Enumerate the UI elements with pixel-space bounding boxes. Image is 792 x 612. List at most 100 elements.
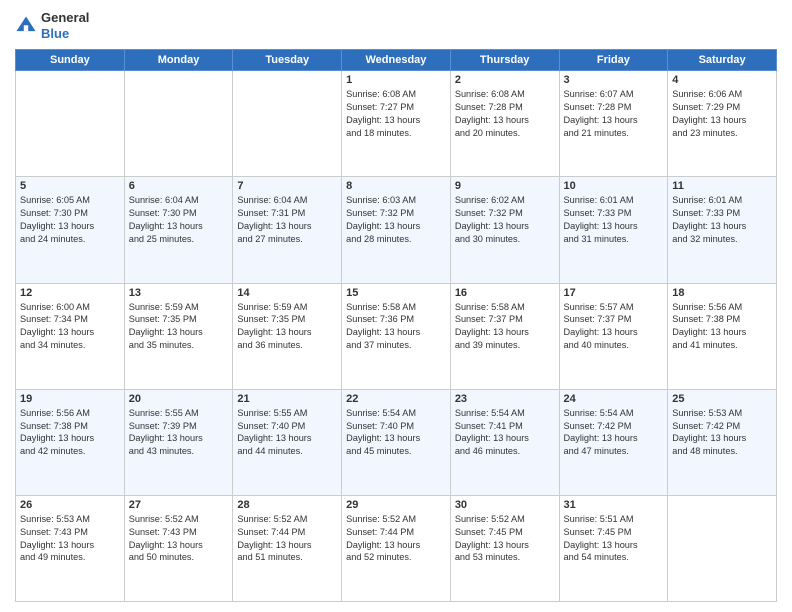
cell-info: Sunrise: 5:55 AMSunset: 7:39 PMDaylight:…	[129, 407, 229, 459]
calendar-cell: 9 Sunrise: 6:02 AMSunset: 7:32 PMDaylight…	[450, 177, 559, 283]
day-number: 24	[564, 393, 664, 405]
day-number: 18	[672, 287, 772, 299]
day-number: 25	[672, 393, 772, 405]
day-number: 10	[564, 180, 664, 192]
header: General Blue	[15, 10, 777, 41]
cell-info: Sunrise: 6:07 AMSunset: 7:28 PMDaylight:…	[564, 88, 664, 140]
calendar-cell: 25 Sunrise: 5:53 AMSunset: 7:42 PMDayligh…	[668, 389, 777, 495]
calendar-cell: 27Sunrise: 5:52 AMSunset: 7:43 PMDayligh…	[124, 495, 233, 601]
cell-info: Sunrise: 5:53 AMSunset: 7:42 PMDaylight:…	[672, 407, 772, 459]
weekday-header-sunday: Sunday	[16, 50, 125, 71]
cell-info: Sunrise: 6:00 AMSunset: 7:34 PMDaylight:…	[20, 301, 120, 353]
weekday-header-saturday: Saturday	[668, 50, 777, 71]
cell-info: Sunrise: 5:59 AMSunset: 7:35 PMDaylight:…	[237, 301, 337, 353]
day-number: 2	[455, 74, 555, 86]
day-number: 5	[20, 180, 120, 192]
calendar-cell	[668, 495, 777, 601]
cell-info: Sunrise: 5:58 AMSunset: 7:37 PMDaylight:…	[455, 301, 555, 353]
cell-info: Sunrise: 5:56 AMSunset: 7:38 PMDaylight:…	[20, 407, 120, 459]
logo-icon	[15, 15, 37, 37]
calendar-cell: 3 Sunrise: 6:07 AMSunset: 7:28 PMDaylight…	[559, 71, 668, 177]
calendar: SundayMondayTuesdayWednesdayThursdayFrid…	[15, 49, 777, 602]
week-row-1: 1Sunrise: 6:08 AMSunset: 7:27 PMDaylight…	[16, 71, 777, 177]
calendar-cell: 7 Sunrise: 6:04 AMSunset: 7:31 PMDaylight…	[233, 177, 342, 283]
weekday-header-row: SundayMondayTuesdayWednesdayThursdayFrid…	[16, 50, 777, 71]
cell-info: Sunrise: 5:57 AMSunset: 7:37 PMDaylight:…	[564, 301, 664, 353]
cell-info: Sunrise: 5:54 AMSunset: 7:41 PMDaylight:…	[455, 407, 555, 459]
cell-info: Sunrise: 6:01 AMSunset: 7:33 PMDaylight:…	[672, 194, 772, 246]
cell-info: Sunrise: 5:52 AMSunset: 7:43 PMDaylight:…	[129, 513, 229, 565]
cell-info: Sunrise: 5:55 AMSunset: 7:40 PMDaylight:…	[237, 407, 337, 459]
day-number: 11	[672, 180, 772, 192]
week-row-2: 5 Sunrise: 6:05 AMSunset: 7:30 PMDaylight…	[16, 177, 777, 283]
calendar-cell: 5 Sunrise: 6:05 AMSunset: 7:30 PMDaylight…	[16, 177, 125, 283]
week-row-4: 19 Sunrise: 5:56 AMSunset: 7:38 PMDayligh…	[16, 389, 777, 495]
day-number: 12	[20, 287, 120, 299]
weekday-header-tuesday: Tuesday	[233, 50, 342, 71]
calendar-cell: 22 Sunrise: 5:54 AMSunset: 7:40 PMDayligh…	[342, 389, 451, 495]
cell-info: Sunrise: 5:54 AMSunset: 7:42 PMDaylight:…	[564, 407, 664, 459]
calendar-cell: 23 Sunrise: 5:54 AMSunset: 7:41 PMDayligh…	[450, 389, 559, 495]
calendar-cell: 26 Sunrise: 5:53 AMSunset: 7:43 PMDayligh…	[16, 495, 125, 601]
calendar-cell: 30Sunrise: 5:52 AMSunset: 7:45 PMDayligh…	[450, 495, 559, 601]
cell-info: Sunrise: 6:03 AMSunset: 7:32 PMDaylight:…	[346, 194, 446, 246]
page: General Blue SundayMondayTuesdayWednesda…	[0, 0, 792, 612]
calendar-cell: 12 Sunrise: 6:00 AMSunset: 7:34 PMDayligh…	[16, 283, 125, 389]
calendar-cell: 13 Sunrise: 5:59 AMSunset: 7:35 PMDayligh…	[124, 283, 233, 389]
cell-info: Sunrise: 5:56 AMSunset: 7:38 PMDaylight:…	[672, 301, 772, 353]
cell-info: Sunrise: 6:04 AMSunset: 7:30 PMDaylight:…	[129, 194, 229, 246]
day-number: 30	[455, 499, 555, 511]
weekday-header-thursday: Thursday	[450, 50, 559, 71]
calendar-cell: 16Sunrise: 5:58 AMSunset: 7:37 PMDayligh…	[450, 283, 559, 389]
logo-general: General	[41, 10, 89, 25]
cell-info: Sunrise: 6:08 AMSunset: 7:27 PMDaylight:…	[346, 88, 446, 140]
day-number: 20	[129, 393, 229, 405]
calendar-cell	[16, 71, 125, 177]
day-number: 15	[346, 287, 446, 299]
day-number: 3	[564, 74, 664, 86]
logo-blue: Blue	[41, 26, 69, 41]
day-number: 29	[346, 499, 446, 511]
cell-info: Sunrise: 5:51 AMSunset: 7:45 PMDaylight:…	[564, 513, 664, 565]
calendar-cell: 1Sunrise: 6:08 AMSunset: 7:27 PMDaylight…	[342, 71, 451, 177]
day-number: 7	[237, 180, 337, 192]
calendar-cell: 28Sunrise: 5:52 AMSunset: 7:44 PMDayligh…	[233, 495, 342, 601]
logo: General Blue	[15, 10, 89, 41]
calendar-cell	[124, 71, 233, 177]
day-number: 22	[346, 393, 446, 405]
cell-info: Sunrise: 5:54 AMSunset: 7:40 PMDaylight:…	[346, 407, 446, 459]
calendar-cell: 19 Sunrise: 5:56 AMSunset: 7:38 PMDayligh…	[16, 389, 125, 495]
calendar-header: SundayMondayTuesdayWednesdayThursdayFrid…	[16, 50, 777, 71]
calendar-cell: 24 Sunrise: 5:54 AMSunset: 7:42 PMDayligh…	[559, 389, 668, 495]
cell-info: Sunrise: 6:02 AMSunset: 7:32 PMDaylight:…	[455, 194, 555, 246]
calendar-cell: 31 Sunrise: 5:51 AMSunset: 7:45 PMDayligh…	[559, 495, 668, 601]
week-row-5: 26 Sunrise: 5:53 AMSunset: 7:43 PMDayligh…	[16, 495, 777, 601]
day-number: 13	[129, 287, 229, 299]
cell-info: Sunrise: 6:01 AMSunset: 7:33 PMDaylight:…	[564, 194, 664, 246]
cell-info: Sunrise: 6:06 AMSunset: 7:29 PMDaylight:…	[672, 88, 772, 140]
day-number: 4	[672, 74, 772, 86]
day-number: 26	[20, 499, 120, 511]
weekday-header-wednesday: Wednesday	[342, 50, 451, 71]
calendar-cell: 17Sunrise: 5:57 AMSunset: 7:37 PMDayligh…	[559, 283, 668, 389]
day-number: 9	[455, 180, 555, 192]
cell-info: Sunrise: 6:04 AMSunset: 7:31 PMDaylight:…	[237, 194, 337, 246]
calendar-cell: 29 Sunrise: 5:52 AMSunset: 7:44 PMDayligh…	[342, 495, 451, 601]
day-number: 8	[346, 180, 446, 192]
day-number: 31	[564, 499, 664, 511]
calendar-cell: 20 Sunrise: 5:55 AMSunset: 7:39 PMDayligh…	[124, 389, 233, 495]
day-number: 6	[129, 180, 229, 192]
day-number: 19	[20, 393, 120, 405]
cell-info: Sunrise: 6:08 AMSunset: 7:28 PMDaylight:…	[455, 88, 555, 140]
cell-info: Sunrise: 5:52 AMSunset: 7:44 PMDaylight:…	[346, 513, 446, 565]
calendar-cell: 8 Sunrise: 6:03 AMSunset: 7:32 PMDaylight…	[342, 177, 451, 283]
day-number: 28	[237, 499, 337, 511]
week-row-3: 12 Sunrise: 6:00 AMSunset: 7:34 PMDayligh…	[16, 283, 777, 389]
cell-info: Sunrise: 6:05 AMSunset: 7:30 PMDaylight:…	[20, 194, 120, 246]
day-number: 23	[455, 393, 555, 405]
calendar-cell: 2 Sunrise: 6:08 AMSunset: 7:28 PMDaylight…	[450, 71, 559, 177]
weekday-header-monday: Monday	[124, 50, 233, 71]
weekday-header-friday: Friday	[559, 50, 668, 71]
cell-info: Sunrise: 5:59 AMSunset: 7:35 PMDaylight:…	[129, 301, 229, 353]
cell-info: Sunrise: 5:53 AMSunset: 7:43 PMDaylight:…	[20, 513, 120, 565]
